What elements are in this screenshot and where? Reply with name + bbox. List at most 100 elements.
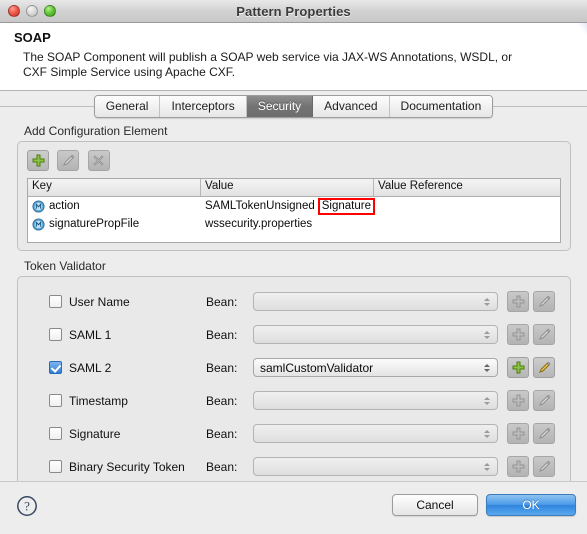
pencil-icon bbox=[538, 394, 550, 406]
plus-icon bbox=[512, 328, 524, 341]
stepper-arrows-icon bbox=[484, 429, 490, 438]
label-saml-2: SAML 2 bbox=[69, 360, 112, 375]
bean-select-user-name[interactable] bbox=[253, 292, 498, 311]
zoom-button[interactable] bbox=[44, 5, 56, 17]
tab-interceptors[interactable]: Interceptors bbox=[160, 95, 247, 117]
close-button[interactable] bbox=[8, 5, 20, 17]
add-bean-button-saml-2[interactable] bbox=[507, 357, 529, 378]
tab-general[interactable]: General bbox=[94, 95, 161, 117]
cell-key: signaturePropFile bbox=[28, 217, 201, 231]
checkbox-binary-security-token[interactable] bbox=[49, 460, 62, 473]
cell-value-text: SAMLTokenUnsigned bbox=[205, 200, 315, 212]
table-row[interactable]: action SAMLTokenUnsigned Signature bbox=[28, 197, 560, 215]
column-header-value: Value bbox=[201, 179, 374, 196]
pattern-properties-dialog: Pattern Properties SOAP The SOAP Compone… bbox=[0, 0, 587, 534]
minimize-button[interactable] bbox=[26, 5, 38, 17]
cell-value-text: wssecurity.properties bbox=[205, 218, 313, 230]
checkbox-saml-1[interactable] bbox=[49, 328, 62, 341]
edit-bean-button-saml-1 bbox=[533, 324, 555, 345]
stepper-arrows-icon bbox=[484, 462, 490, 471]
token-validator-row-saml-1: SAML 1 Bean: bbox=[18, 318, 570, 351]
plus-icon bbox=[32, 154, 44, 167]
token-validator-row-timestamp: Timestamp Bean: bbox=[18, 384, 570, 417]
token-validator-row-binary-security-token: Binary Security Token Bean: bbox=[18, 450, 570, 483]
label-signature: Signature bbox=[69, 426, 121, 441]
label-saml-1: SAML 1 bbox=[69, 327, 112, 342]
pencil-icon bbox=[538, 328, 550, 340]
cell-key-text: signaturePropFile bbox=[49, 218, 140, 230]
edit-bean-button-timestamp bbox=[533, 390, 555, 411]
delete-icon bbox=[93, 155, 104, 166]
edit-bean-button-user-name bbox=[533, 291, 555, 312]
pencil-icon bbox=[538, 460, 550, 472]
tab-documentation[interactable]: Documentation bbox=[389, 95, 493, 117]
cell-key-text: action bbox=[49, 200, 80, 212]
cancel-button[interactable]: Cancel bbox=[392, 494, 478, 516]
plus-icon bbox=[512, 427, 524, 440]
add-bean-button-timestamp bbox=[507, 390, 529, 411]
window-controls bbox=[8, 5, 56, 17]
label-timestamp: Timestamp bbox=[69, 393, 128, 408]
token-validator-label: Token Validator bbox=[24, 259, 106, 273]
property-icon bbox=[32, 217, 45, 231]
bean-label: Bean: bbox=[206, 294, 238, 309]
help-icon[interactable]: ? bbox=[16, 495, 38, 517]
checkbox-timestamp[interactable] bbox=[49, 394, 62, 407]
token-validator-group: Token Validator User Name Bean: SAML 1 B… bbox=[17, 259, 571, 490]
column-header-key: Key bbox=[28, 179, 201, 196]
add-bean-button-signature bbox=[507, 423, 529, 444]
bean-label: Bean: bbox=[206, 393, 238, 408]
pencil-icon bbox=[538, 361, 550, 373]
stepper-arrows-icon bbox=[484, 396, 490, 405]
checkbox-user-name[interactable] bbox=[49, 295, 62, 308]
bean-select-signature[interactable] bbox=[253, 424, 498, 443]
label-binary-security-token: Binary Security Token bbox=[69, 459, 185, 474]
bean-select-timestamp[interactable] bbox=[253, 391, 498, 410]
column-header-value-reference: Value Reference bbox=[378, 180, 463, 192]
tab-advanced[interactable]: Advanced bbox=[313, 95, 390, 117]
add-element-button[interactable] bbox=[27, 150, 49, 171]
ok-button[interactable]: OK bbox=[486, 494, 576, 516]
add-bean-button-user-name bbox=[507, 291, 529, 312]
add-bean-button-binary-security-token bbox=[507, 456, 529, 477]
dialog-header: SOAP The SOAP Component will publish a S… bbox=[0, 23, 587, 91]
bean-label: Bean: bbox=[206, 360, 238, 375]
edit-element-button bbox=[57, 150, 80, 171]
label-user-name: User Name bbox=[69, 294, 130, 309]
bean-select-value: samlCustomValidator bbox=[260, 360, 374, 375]
delete-element-button bbox=[87, 150, 110, 171]
dialog-footer: ? Cancel OK bbox=[0, 481, 587, 534]
stepper-arrows-icon bbox=[484, 330, 490, 339]
table-row[interactable]: signaturePropFile wssecurity.properties bbox=[28, 215, 560, 233]
plus-icon bbox=[512, 295, 524, 308]
stepper-arrows-icon bbox=[484, 363, 490, 372]
property-icon bbox=[32, 199, 45, 213]
pencil-icon bbox=[538, 427, 550, 439]
value-highlight-annotation: Signature bbox=[317, 197, 375, 215]
bean-select-binary-security-token[interactable] bbox=[253, 457, 498, 476]
cell-key: action bbox=[28, 199, 201, 213]
pencil-icon bbox=[538, 295, 550, 307]
tab-security[interactable]: Security bbox=[246, 95, 314, 117]
cell-value: wssecurity.properties bbox=[201, 218, 374, 230]
add-bean-button-saml-1 bbox=[507, 324, 529, 345]
table-header-row: Key Value Value Reference bbox=[28, 179, 560, 197]
window-titlebar: Pattern Properties bbox=[0, 0, 587, 23]
plus-icon bbox=[512, 361, 524, 374]
configuration-table[interactable]: Key Value Value Reference action SAMLTok… bbox=[27, 178, 561, 243]
checkbox-saml-2[interactable] bbox=[49, 361, 62, 374]
plus-icon bbox=[512, 460, 524, 473]
token-validator-row-saml-2: SAML 2 Bean: samlCustomValidator bbox=[18, 351, 570, 384]
edit-bean-button-binary-security-token bbox=[533, 456, 555, 477]
checkbox-signature[interactable] bbox=[49, 427, 62, 440]
window-title: Pattern Properties bbox=[236, 3, 351, 19]
bean-select-saml-2[interactable]: samlCustomValidator bbox=[253, 358, 498, 377]
bean-label: Bean: bbox=[206, 459, 238, 474]
bean-label: Bean: bbox=[206, 327, 238, 342]
edit-bean-button-signature bbox=[533, 423, 555, 444]
edit-bean-button-saml-2[interactable] bbox=[533, 357, 555, 378]
bean-select-saml-1[interactable] bbox=[253, 325, 498, 344]
bean-label: Bean: bbox=[206, 426, 238, 441]
page-title: SOAP bbox=[14, 30, 51, 45]
add-configuration-element-label: Add Configuration Element bbox=[24, 124, 168, 138]
